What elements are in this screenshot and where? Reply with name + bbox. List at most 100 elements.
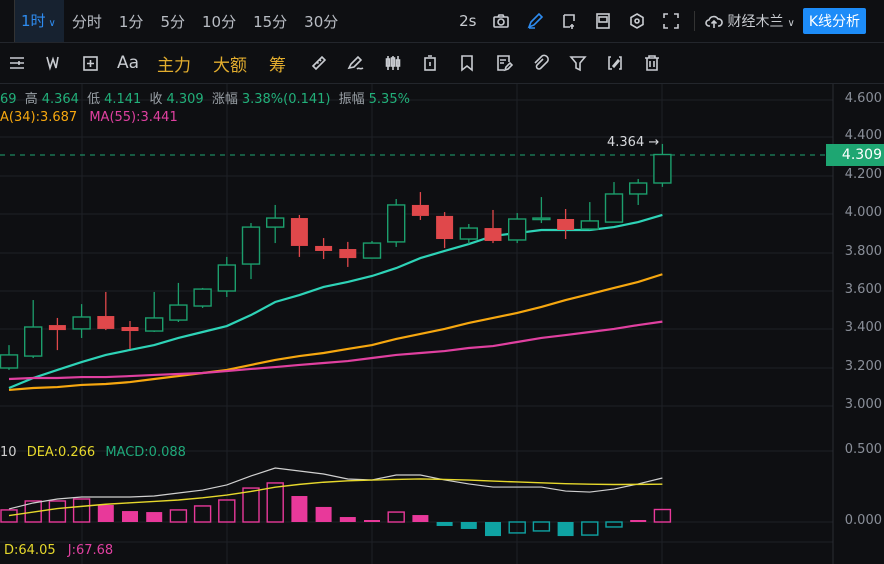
macd-legend: 10 DEA:0.266 MACD:0.088 <box>0 445 186 460</box>
candle-body <box>580 220 599 230</box>
wave-tool-icon[interactable] <box>43 52 65 74</box>
sync-edit-icon[interactable] <box>604 52 626 74</box>
macd-bar <box>339 517 356 522</box>
add-window-icon[interactable] <box>558 10 580 32</box>
macd-bar <box>557 522 574 537</box>
candle-body <box>604 193 624 223</box>
candle-body <box>629 182 648 195</box>
high-label: 高 <box>24 92 38 107</box>
cloud-account-select[interactable]: 财经木兰 ∨ <box>727 11 794 31</box>
eraser-pen-icon[interactable] <box>345 52 367 74</box>
macd-bar <box>605 521 623 528</box>
ruler-icon[interactable] <box>308 52 330 74</box>
macd-bar <box>581 521 599 536</box>
bookmark-icon[interactable] <box>456 52 478 74</box>
tab-1m[interactable]: 1分 <box>119 11 144 32</box>
chevron-down-icon: ∨ <box>48 18 56 29</box>
candle-body <box>411 204 429 216</box>
text-tool[interactable]: Aa <box>117 53 139 73</box>
price-tick: 3.200 <box>844 359 882 374</box>
price-tick: 4.600 <box>844 91 882 106</box>
tab-1h[interactable]: 1时 ∨ <box>15 0 64 42</box>
large-order-button[interactable]: 大额 <box>213 51 247 76</box>
ma55-value: MA(55):3.441 <box>89 110 178 125</box>
high-value: 4.364 <box>41 92 79 107</box>
ohlc-info: 69 高 4.364 低 4.141 收 4.309 涨幅 3.38%(0.141) 振… <box>0 88 414 107</box>
macd-bar <box>291 496 308 522</box>
link-icon[interactable] <box>530 52 552 74</box>
macd-bar <box>0 509 18 523</box>
candle-body <box>241 226 261 265</box>
candle-body <box>362 242 382 259</box>
candle-body <box>653 153 672 184</box>
macd-bar <box>532 521 551 532</box>
fullscreen-icon[interactable] <box>660 10 682 32</box>
low-value: 4.141 <box>104 92 142 107</box>
kdj-j-value: J:67.68 <box>67 543 114 558</box>
macd-bar <box>436 522 453 526</box>
candles-icon[interactable] <box>382 52 404 74</box>
candle-body <box>557 219 575 230</box>
kline-analysis-button[interactable]: K线分析 <box>802 8 866 34</box>
candle-body <box>339 249 357 259</box>
macd-bar <box>169 509 188 523</box>
account-label: 财经木兰 <box>727 14 784 30</box>
trash-icon[interactable] <box>641 52 663 74</box>
tab-timeshare[interactable]: 分时 <box>72 11 102 32</box>
kline-chart[interactable] <box>0 0 884 564</box>
measure-box-icon[interactable] <box>80 52 102 74</box>
macd-bar <box>48 500 67 523</box>
candle-body <box>315 245 333 251</box>
candle-body <box>459 227 478 240</box>
candle-body <box>387 204 406 243</box>
timeframe-toolbar: 1时 ∨ 分时 1分 5分 10分 15分 30分 2s 财经木兰 ∨ K线分析 <box>0 0 884 43</box>
macd-bar <box>242 487 260 523</box>
pen-icon[interactable] <box>524 10 546 32</box>
low-label: 低 <box>87 92 101 107</box>
price-tick: 3.400 <box>844 320 882 335</box>
candle-body <box>121 326 139 332</box>
candle-body <box>169 304 188 321</box>
chip-distribution-button[interactable]: 筹 <box>269 51 286 76</box>
menu-lines-icon[interactable] <box>6 52 28 74</box>
candle-body <box>24 326 43 357</box>
macd-bar <box>412 515 429 522</box>
amplitude-label: 振幅 <box>338 92 365 107</box>
macd-bar <box>97 504 114 522</box>
candle-body <box>0 354 19 369</box>
tab-15m[interactable]: 15分 <box>253 11 287 32</box>
price-tick: 4.400 <box>844 128 882 143</box>
candle-body <box>484 228 502 241</box>
candle-body <box>508 218 527 241</box>
price-tick: 4.000 <box>844 205 882 220</box>
ma-legend: A(34):3.687 MA(55):3.441 <box>0 110 178 125</box>
document-icon[interactable] <box>419 52 441 74</box>
filter-icon[interactable] <box>567 52 589 74</box>
macd-bar <box>485 522 501 537</box>
macd-value: MACD:0.088 <box>105 445 186 460</box>
price-tick: 3.000 <box>844 397 882 412</box>
main-force-button[interactable]: 主力 <box>157 51 191 76</box>
tab-10m[interactable]: 10分 <box>202 11 236 32</box>
last-price-label: 4.309 <box>826 144 884 166</box>
dif-value: 10 <box>0 445 17 460</box>
dea-value: DEA:0.266 <box>26 445 96 460</box>
close-value: 4.309 <box>166 92 204 107</box>
kdj-legend: D:64.05 J:67.68 <box>4 543 113 558</box>
tab-30m[interactable]: 30分 <box>304 11 338 32</box>
tab-5m[interactable]: 5分 <box>160 11 185 32</box>
sidebar-toggle[interactable] <box>0 0 15 42</box>
note-edit-icon[interactable] <box>493 52 515 74</box>
save-image-icon[interactable] <box>592 10 614 32</box>
kdj-d-value: D:64.05 <box>4 543 56 558</box>
ma-line <box>8 273 663 392</box>
macd-bar <box>146 512 163 522</box>
camera-icon[interactable] <box>490 10 512 32</box>
tab-label: 1时 <box>21 12 46 30</box>
refresh-interval[interactable]: 2s <box>459 12 476 30</box>
macd-bar <box>122 511 138 522</box>
ma34-value: A(34):3.687 <box>0 110 78 125</box>
settings-icon[interactable] <box>626 10 648 32</box>
macd-bar <box>193 505 212 523</box>
amplitude-value: 5.35% <box>368 92 410 107</box>
